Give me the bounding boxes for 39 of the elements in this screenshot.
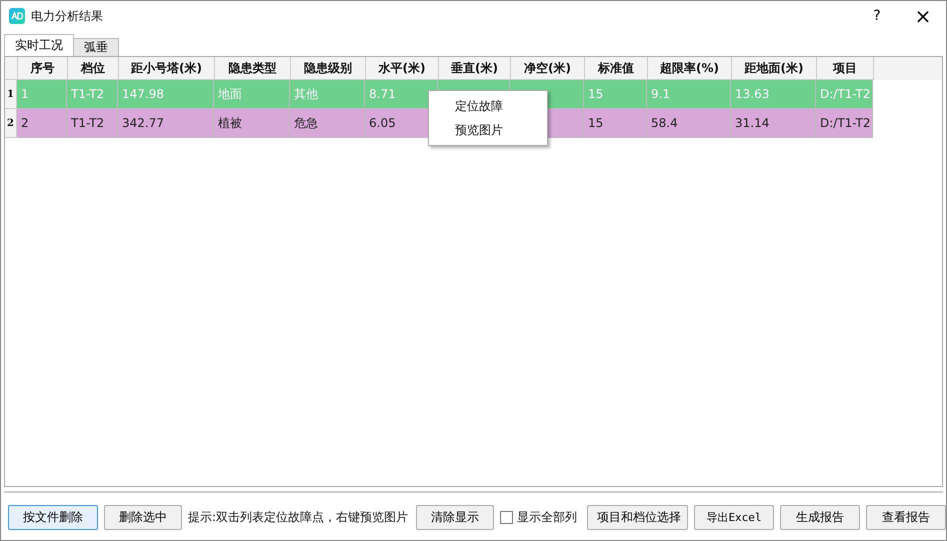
table-cell: 15 [588,87,604,101]
table-cell: 15 [588,116,604,130]
action-button[interactable]: 删除选中 [104,505,182,530]
menu-item[interactable]: 预览图片 [429,118,547,142]
tab[interactable]: 实时工况 [4,34,74,56]
table-cell: 58.4 [651,116,678,130]
table-cell: 342.77 [122,116,164,130]
table-cell: 植被 [218,114,242,132]
table-cell: D:/T1-T2 [820,87,870,101]
checkbox-label[interactable]: 显示全部列 [517,509,578,526]
hint-text: 提示:双击列表定位故障点，右键预览图片 [188,509,408,526]
table-cell: 地面 [218,86,242,102]
checkbox[interactable] [500,511,514,524]
row-number: 1 [5,80,17,109]
action-button[interactable]: 按文件删除 [8,505,98,530]
table-cell: 31.14 [735,116,770,130]
table-cell: 9.1 [651,87,670,101]
action-button[interactable]: 导出Excel [694,505,774,530]
tab[interactable]: 弧垂 [73,38,119,56]
table-cell: D:/T1-T2 [820,116,870,130]
table-cell: T1-T2 [71,87,104,101]
table-cell: T1-T2 [71,116,104,130]
table-cell: 8.71 [369,87,396,101]
help-button[interactable]: ? [854,1,900,31]
close-button[interactable]: × [900,1,946,31]
table-cell: 6.05 [369,116,396,130]
table-cell: 1 [21,87,29,101]
table-cell: 其他 [294,86,318,102]
action-button[interactable]: 项目和档位选择 [587,505,688,530]
window-title: 电力分析结果 [31,8,103,24]
action-button[interactable]: 查看报告 [866,505,946,530]
clear-button[interactable]: 清除显示 [416,505,494,530]
table-cell: 2 [21,116,29,130]
row-number: 2 [5,109,17,138]
table-cell: 147.98 [122,87,164,101]
table-cell: 危急 [294,114,318,132]
action-button[interactable]: 生成报告 [780,505,860,530]
app-logo-icon [9,8,25,24]
table-cell: 13.63 [735,87,770,101]
